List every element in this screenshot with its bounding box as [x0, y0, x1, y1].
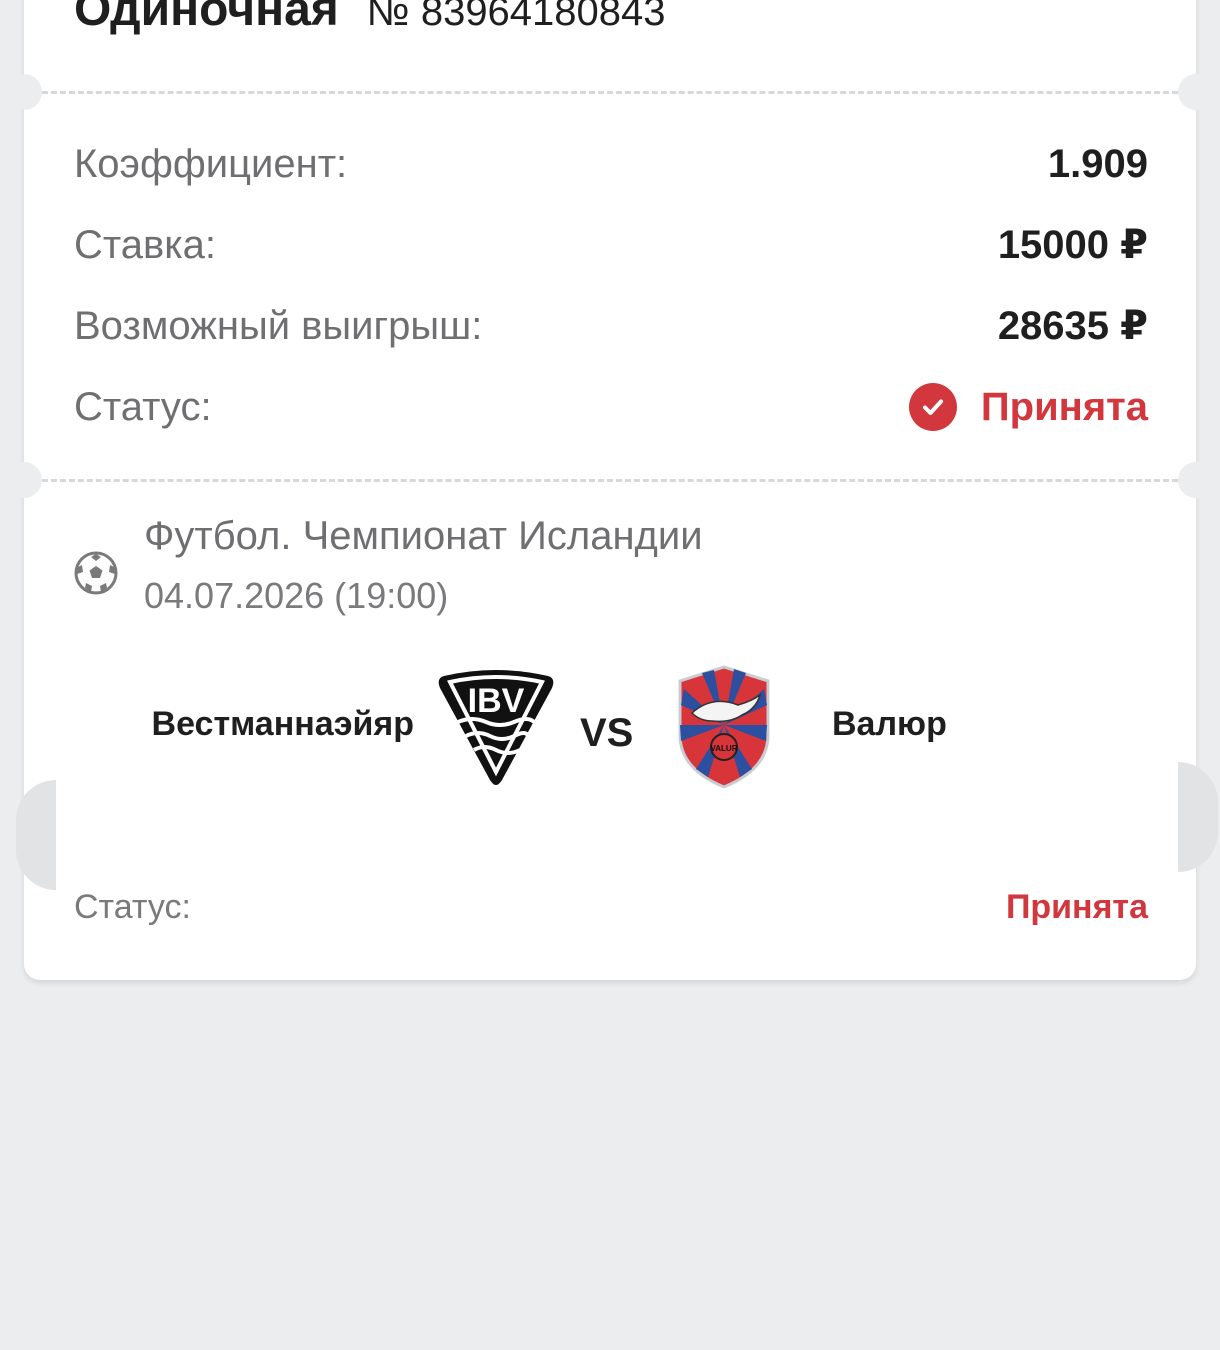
stake-value: 15000 ₽	[997, 223, 1148, 267]
event-league: Футбол. Чемпионат Исландии	[144, 514, 703, 558]
status-text: Принята	[980, 384, 1148, 429]
bet-header: Одиночная № 83964180843	[74, 0, 666, 40]
check-circle-icon	[908, 383, 957, 431]
status-row: Статус: Принята	[74, 377, 1148, 437]
footer-status-value: Принята	[1005, 887, 1148, 926]
home-logo-text: IBV	[468, 682, 525, 720]
away-team-name: Валюр	[832, 705, 947, 743]
ticket-notch-left	[6, 462, 42, 498]
away-team-logo: VALUR	[678, 665, 770, 789]
odds-value: 1.909	[1047, 141, 1148, 186]
ticket-notch-right	[1178, 74, 1214, 110]
scroll-handle-left[interactable]	[16, 780, 56, 890]
home-team-logo: IBV	[438, 670, 554, 785]
bet-number: № 83964180843	[366, 0, 666, 34]
odds-row: Коэффициент: 1.909	[74, 134, 1148, 194]
ticket-notch-right	[1178, 462, 1214, 498]
status-value: Принята	[908, 383, 1148, 431]
stake-row: Ставка: 15000 ₽	[74, 215, 1148, 275]
potential-win-value: 28635 ₽	[997, 304, 1148, 348]
dashed-divider	[42, 479, 1178, 482]
soccer-ball-icon	[74, 551, 118, 595]
away-logo-text: VALUR	[711, 744, 738, 753]
footer-status-row: Статус: Принята	[74, 882, 1148, 932]
event-datetime: 04.07.2026 (19:00)	[144, 575, 449, 616]
bet-ticket-card: Одиночная № 83964180843 Коэффициент: 1.9…	[6, 0, 1218, 980]
potential-win-label: Возможный выигрыш:	[74, 303, 483, 348]
dashed-divider	[42, 91, 1178, 94]
event-info: Футбол. Чемпионат Исландии 04.07.2026 (1…	[74, 510, 1074, 630]
versus-label: VS	[580, 711, 634, 755]
scroll-handle-right[interactable]	[1178, 762, 1218, 872]
odds-label: Коэффициент:	[74, 141, 348, 186]
potential-win-row: Возможный выигрыш: 28635 ₽	[74, 296, 1148, 356]
footer-status-label: Статус:	[74, 887, 191, 926]
stake-label: Ставка:	[74, 222, 216, 267]
bet-type-title: Одиночная	[74, 0, 339, 36]
ticket-notch-left	[6, 74, 42, 110]
status-label: Статус:	[74, 384, 212, 429]
home-team-name: Вестманнаэйяр	[151, 705, 414, 743]
